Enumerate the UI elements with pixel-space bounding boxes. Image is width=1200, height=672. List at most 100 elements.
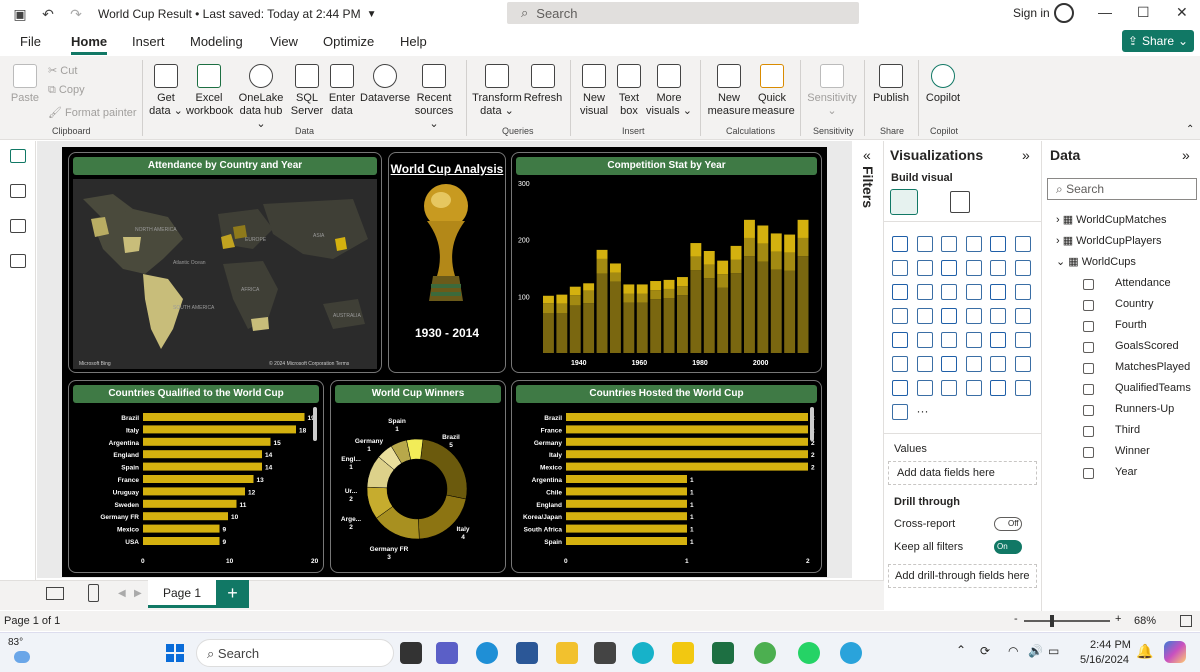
python-icon[interactable]: [916, 356, 933, 372]
bar-segment[interactable]: [690, 270, 702, 353]
tab-insert[interactable]: Insert: [132, 34, 165, 49]
trophy-icon[interactable]: [892, 380, 908, 396]
bar-segment[interactable]: [623, 284, 635, 294]
save-icon[interactable]: ▣: [12, 6, 28, 22]
page-tab-1[interactable]: Page 1: [148, 580, 216, 608]
bar-segment[interactable]: [797, 237, 809, 257]
field-qualifiedteams[interactable]: QualifiedTeams: [1115, 382, 1191, 394]
bar[interactable]: [566, 537, 687, 545]
tab-view[interactable]: View: [270, 34, 298, 49]
onelake-button[interactable]: OneLake data hub ⌄: [236, 64, 286, 131]
bar[interactable]: [143, 413, 305, 421]
bar-segment[interactable]: [583, 290, 595, 304]
file-explorer-icon[interactable]: [556, 642, 578, 664]
pie-icon[interactable]: [965, 284, 982, 300]
keep-filters-toggle[interactable]: On: [994, 540, 1022, 554]
field-checkbox[interactable]: [1083, 321, 1094, 332]
scatter-icon[interactable]: [941, 284, 957, 300]
next-page-icon[interactable]: ▶: [134, 588, 142, 599]
cut-button[interactable]: ✂ Cut: [48, 64, 77, 77]
paste-button[interactable]: Paste: [10, 64, 40, 105]
matrix-icon[interactable]: [1014, 332, 1031, 348]
sync-icon[interactable]: ⟳: [980, 644, 990, 658]
bar-segment[interactable]: [797, 219, 809, 238]
bar-segment[interactable]: [757, 243, 769, 262]
chevron-up-icon[interactable]: ⌃: [956, 643, 966, 657]
bar[interactable]: [143, 475, 254, 483]
bar-segment[interactable]: [663, 298, 675, 353]
stacked-area-icon[interactable]: [941, 260, 957, 276]
diamond-icon[interactable]: [1014, 380, 1031, 396]
bar-segment[interactable]: [569, 286, 581, 296]
stacked-bar-icon[interactable]: [892, 236, 908, 252]
bar-segment[interactable]: [636, 284, 648, 294]
add-page-button[interactable]: +: [216, 580, 249, 608]
bar[interactable]: [143, 524, 220, 533]
bar-segment[interactable]: [784, 252, 796, 271]
hosted-chart[interactable]: Countries Hosted the World Cup Brazil 2 Fr…: [511, 380, 822, 573]
field-country[interactable]: Country: [1115, 298, 1154, 310]
wifi-icon[interactable]: ◠: [1008, 644, 1018, 658]
bar-segment[interactable]: [717, 287, 729, 353]
refresh-button[interactable]: Refresh: [522, 64, 564, 105]
chrome-icon[interactable]: [754, 642, 776, 664]
more-icon[interactable]: ···: [917, 404, 933, 420]
mobile-layout-icon[interactable]: [88, 584, 99, 602]
scrollbar[interactable]: [810, 407, 814, 441]
line-chart-icon[interactable]: [892, 260, 908, 276]
bar[interactable]: [566, 475, 687, 483]
map-visual[interactable]: Attendance by Country and Year NORTH AME…: [68, 152, 382, 373]
notification-icon[interactable]: 🔔: [1136, 643, 1153, 660]
battery-icon[interactable]: ▭: [1048, 644, 1059, 658]
funnel-icon[interactable]: [916, 284, 933, 300]
bar-segment[interactable]: [663, 288, 675, 299]
copilot-icon[interactable]: [1164, 641, 1186, 663]
bar-chart[interactable]: Brazil2France2Germany2Italy2Mexico2Argen…: [512, 403, 819, 569]
filled-map-icon[interactable]: [916, 308, 933, 324]
scrollbar[interactable]: [313, 407, 317, 441]
power-automate-icon[interactable]: [965, 380, 982, 396]
line-clustered-icon[interactable]: [990, 260, 1006, 276]
bar-chart[interactable]: Brazil 19Italy 18Argentina 15England 14Spain…: [69, 403, 321, 569]
clock-date[interactable]: 5/16/2024: [1080, 654, 1129, 666]
bar-segment[interactable]: [556, 303, 568, 314]
dax-query-icon[interactable]: [10, 254, 26, 268]
bar[interactable]: [143, 425, 296, 434]
recent-sources-button[interactable]: Recent sources ⌄: [410, 64, 458, 131]
publish-button[interactable]: Publish: [870, 64, 912, 105]
bar-segment[interactable]: [784, 234, 796, 253]
weather-icon[interactable]: [14, 651, 30, 663]
bar-segment[interactable]: [596, 258, 608, 274]
slicer-icon[interactable]: [965, 332, 982, 348]
clustered-column-icon[interactable]: [965, 236, 982, 252]
field-checkbox[interactable]: [1083, 426, 1094, 437]
tab-help[interactable]: Help: [400, 34, 427, 49]
document-title[interactable]: World Cup Result • Last saved: Today at …: [98, 7, 361, 21]
bar[interactable]: [566, 512, 687, 521]
bar-segment[interactable]: [690, 256, 702, 271]
bar[interactable]: [566, 487, 687, 496]
bar[interactable]: [143, 537, 220, 545]
bar[interactable]: [143, 499, 237, 508]
field-matchesplayed[interactable]: MatchesPlayed: [1115, 361, 1190, 373]
maximize-icon[interactable]: ☐: [1137, 4, 1150, 21]
bar-segment[interactable]: [784, 270, 796, 353]
excel-workbook-button[interactable]: Excel workbook: [186, 64, 233, 118]
stacked-column-icon[interactable]: [916, 236, 933, 252]
collapse-ribbon-icon[interactable]: ⌃: [1186, 124, 1194, 135]
paginated-icon[interactable]: [916, 380, 933, 396]
multirow-card-icon[interactable]: [916, 332, 933, 348]
bar-segment[interactable]: [596, 249, 608, 259]
field-checkbox[interactable]: [1083, 342, 1094, 353]
bar-segment[interactable]: [583, 303, 595, 353]
bar-segment[interactable]: [677, 277, 688, 287]
card-icon[interactable]: [892, 332, 908, 348]
bar-segment[interactable]: [543, 313, 554, 353]
copilot-button[interactable]: Copilot: [922, 64, 964, 105]
bar-segment[interactable]: [730, 273, 742, 353]
bar-segment[interactable]: [610, 263, 621, 273]
bar-segment[interactable]: [744, 237, 755, 257]
bar-segment[interactable]: [757, 225, 769, 244]
table-worldcupplayers[interactable]: › ▦ WorldCupPlayers: [1056, 234, 1162, 247]
bar[interactable]: [566, 524, 687, 533]
